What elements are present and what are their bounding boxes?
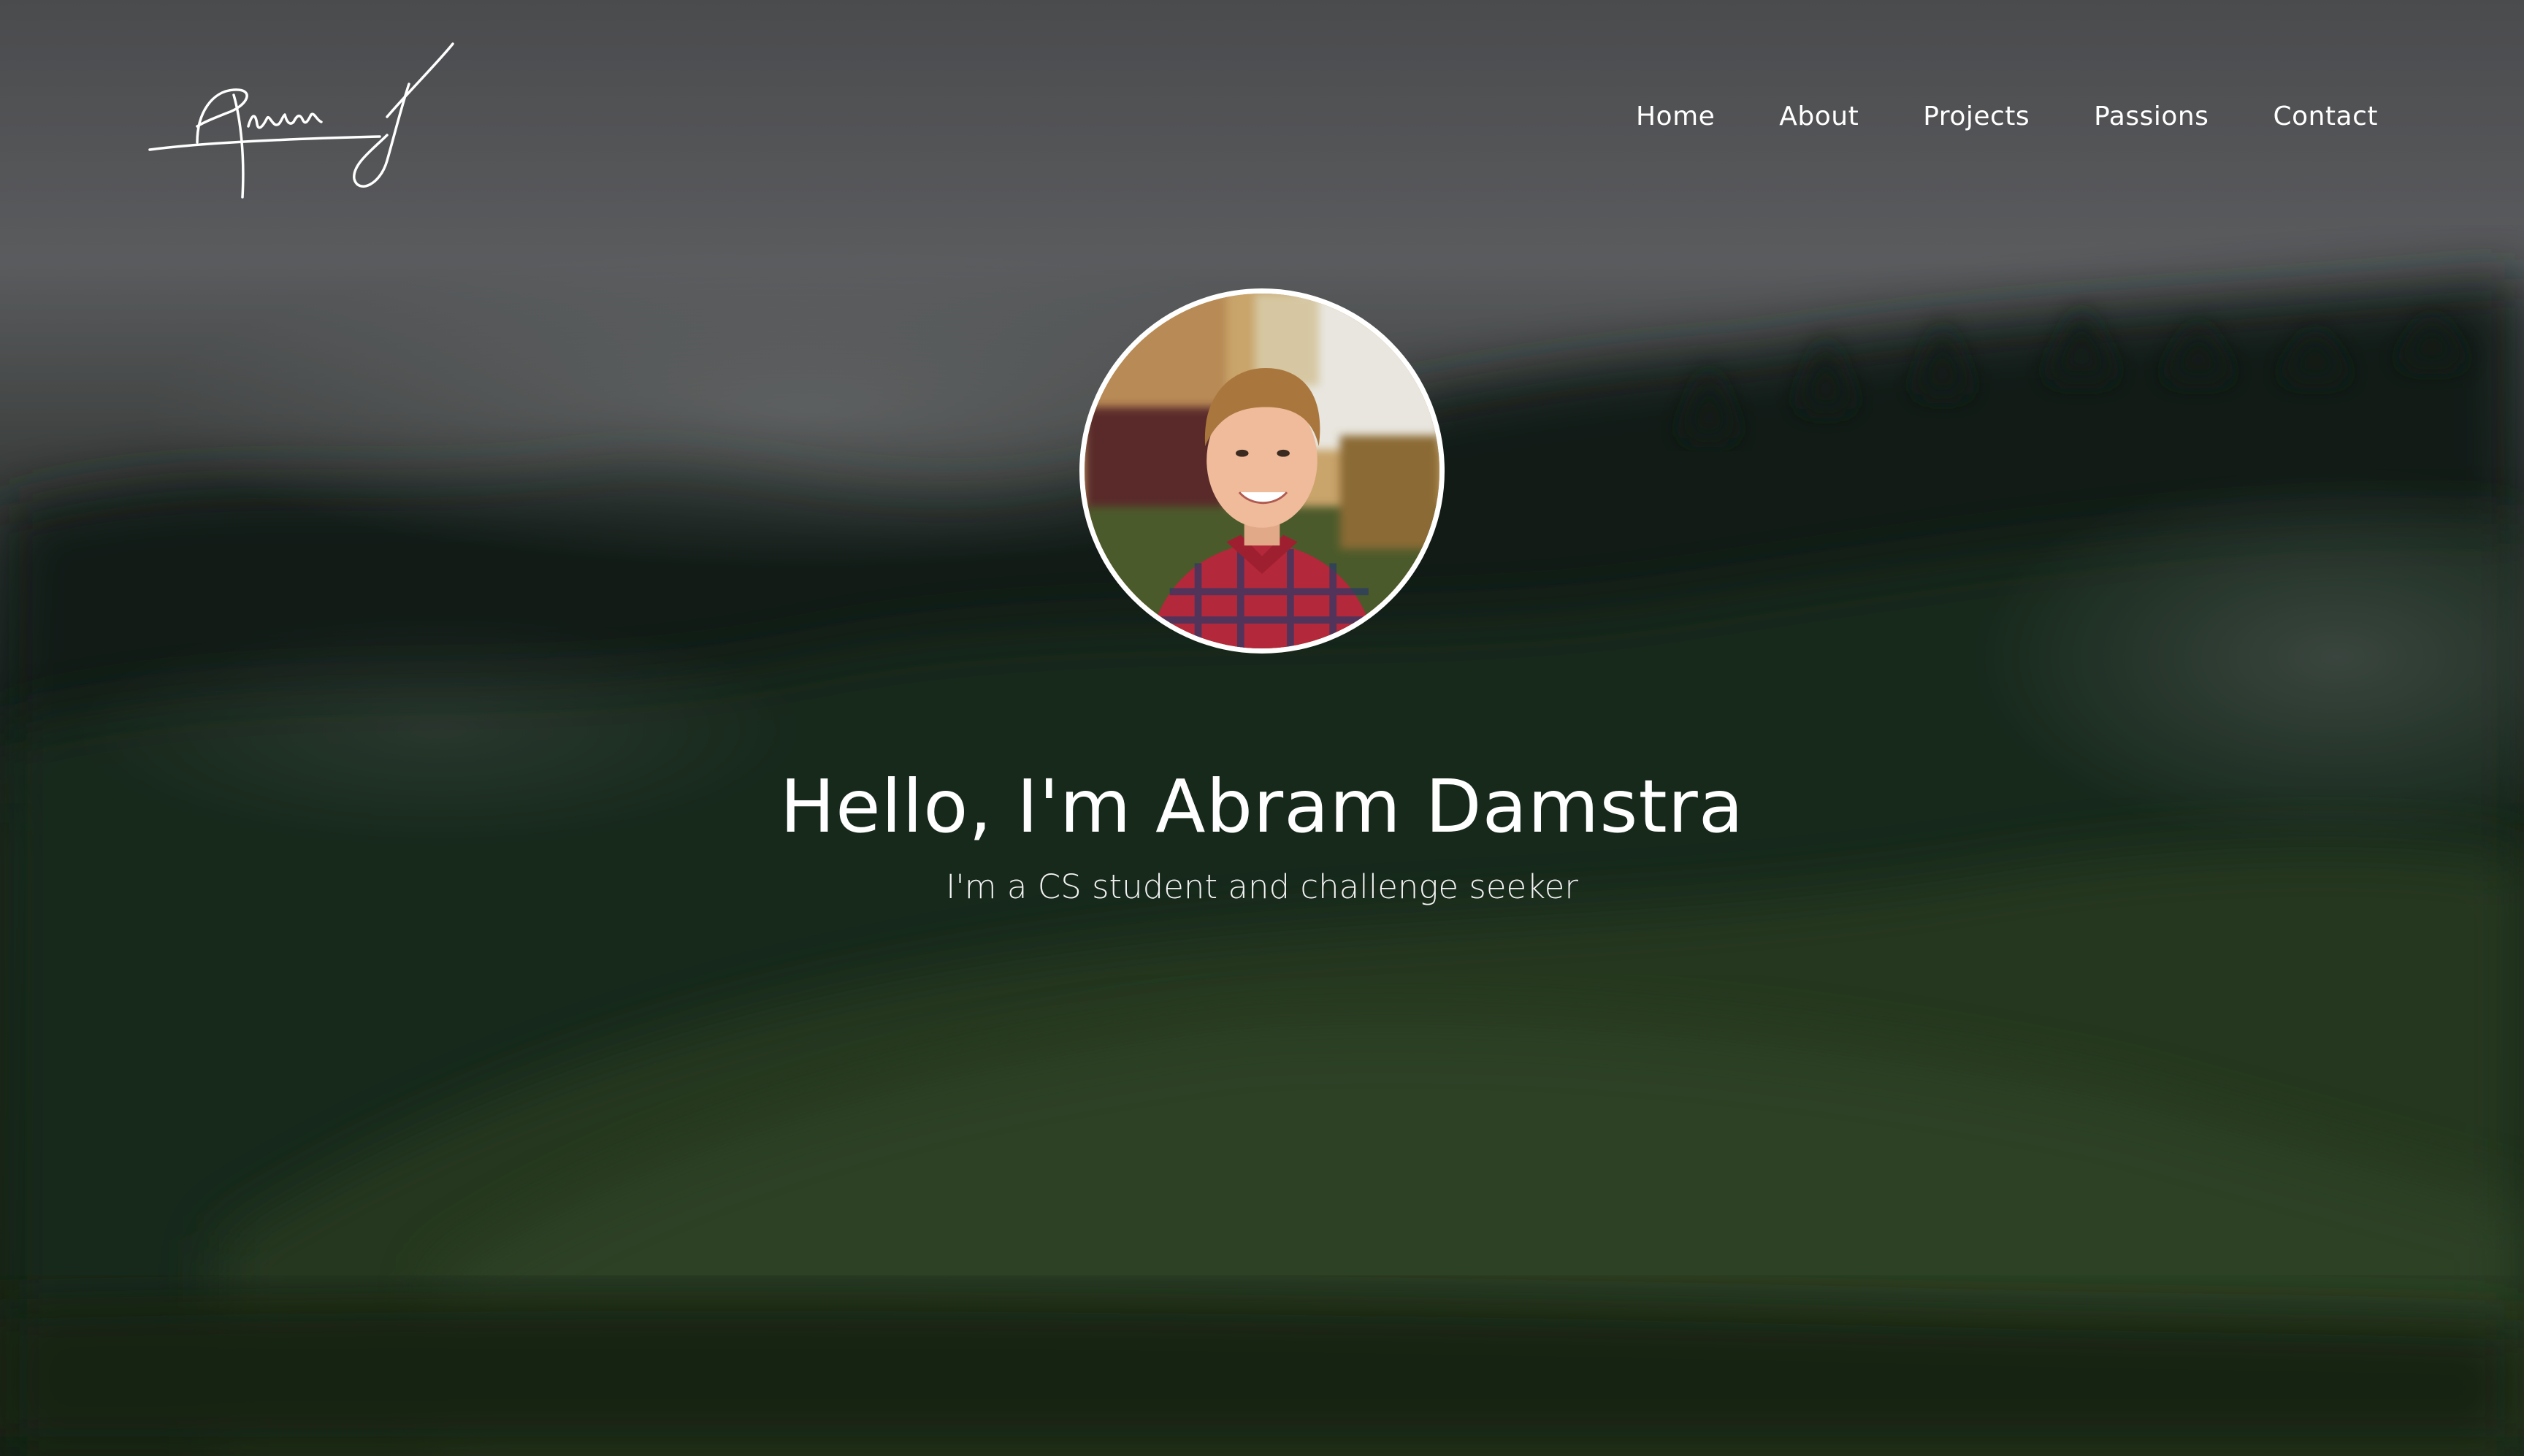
nav-item-projects: Projects <box>1923 95 2030 139</box>
nav-link-projects[interactable]: Projects <box>1923 95 2030 139</box>
profile-photo-icon <box>1085 294 1439 648</box>
hero-title: Hello, I'm Abram Damstra <box>779 764 1745 849</box>
signature-logo[interactable] <box>146 40 467 201</box>
nav-item-passions: Passions <box>2094 95 2208 139</box>
profile-avatar <box>1079 288 1445 654</box>
nav-link-passions[interactable]: Passions <box>2094 95 2208 139</box>
top-navigation: Home About Projects Passions Contact <box>0 0 2524 234</box>
hero-section: Home About Projects Passions Contact Hel… <box>0 0 2524 1456</box>
signature-logo-icon <box>148 42 454 199</box>
nav-link-contact[interactable]: Contact <box>2273 95 2378 139</box>
nav-item-contact: Contact <box>2273 95 2378 139</box>
nav-menu: Home About Projects Passions Contact <box>1636 95 2378 139</box>
nav-link-home[interactable]: Home <box>1636 95 1715 139</box>
nav-item-home: Home <box>1636 95 1715 139</box>
nav-link-about[interactable]: About <box>1779 95 1859 139</box>
nav-item-about: About <box>1779 95 1859 139</box>
hero-subtitle: I'm a CS student and challenge seeker <box>946 867 1578 906</box>
